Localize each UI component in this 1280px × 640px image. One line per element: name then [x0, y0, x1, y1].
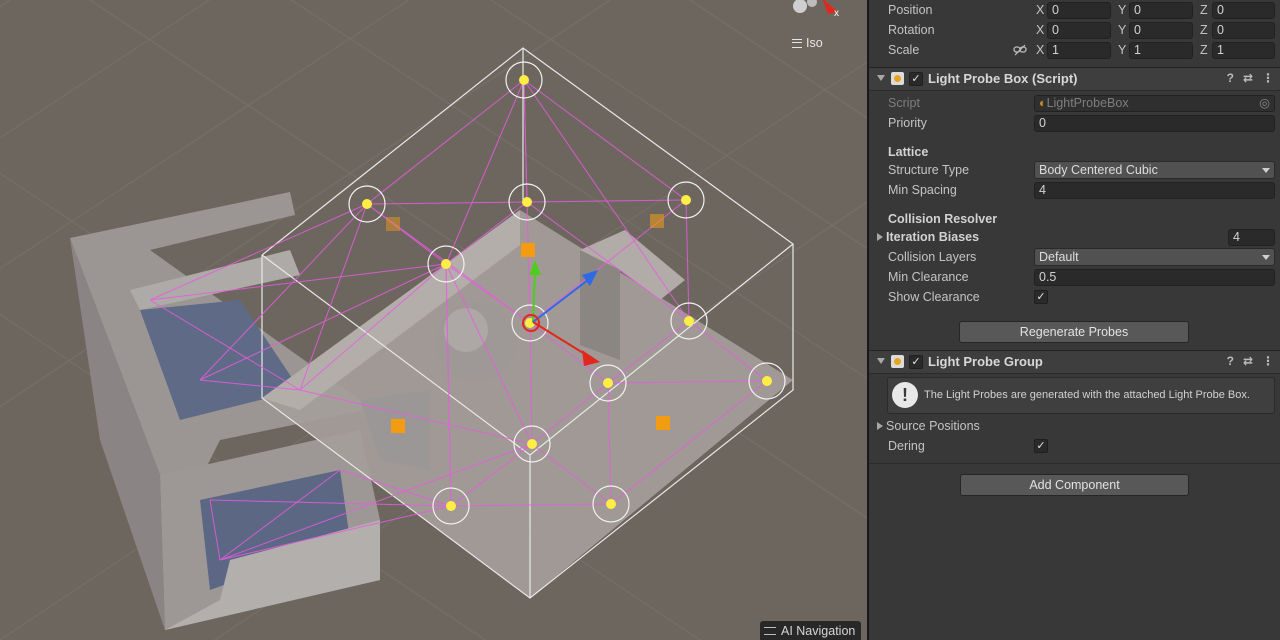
foldout-arrow-icon[interactable]	[877, 233, 883, 241]
script-asset-icon: ◐	[1039, 96, 1047, 110]
help-icon[interactable]: ?	[1227, 71, 1234, 85]
object-picker-icon[interactable]: ◎	[1259, 96, 1270, 111]
light-probe-group-icon	[891, 355, 904, 368]
more-icon[interactable]: ⋮	[1262, 354, 1274, 368]
priority-label: Priority	[888, 116, 927, 130]
foldout-arrow-icon[interactable]	[877, 75, 885, 81]
ai-navigation-overlay[interactable]: AI Navigation	[760, 621, 862, 640]
light-probe-box-header[interactable]: ✓ Light Probe Box (Script) ? ⇄ ⋮	[869, 67, 1280, 91]
position-x-field[interactable]: 0	[1047, 2, 1111, 19]
min-spacing-label: Min Spacing	[888, 183, 957, 197]
position-z-axis: Z	[1200, 3, 1208, 17]
projection-label: Iso	[806, 36, 823, 50]
light-probe-group-header[interactable]: ✓ Light Probe Group ? ⇄ ⋮	[869, 350, 1280, 374]
scale-y-axis: Y	[1118, 43, 1127, 57]
constrain-proportions-icon[interactable]	[1013, 44, 1027, 56]
presets-icon[interactable]: ⇄	[1243, 71, 1253, 85]
collision-layers-dropdown[interactable]: Default	[1034, 248, 1275, 266]
regenerate-probes-button[interactable]: Regenerate Probes	[959, 321, 1189, 343]
chevron-down-icon	[1262, 168, 1270, 173]
scene-canvas[interactable]: x	[0, 0, 867, 640]
rotation-y-axis: Y	[1118, 23, 1127, 37]
scene-view[interactable]: x Iso AI Navigation	[0, 0, 867, 640]
scale-z-field[interactable]: 1	[1212, 42, 1275, 59]
help-icon[interactable]: ?	[1227, 354, 1234, 368]
rotation-label: Rotation	[888, 23, 935, 37]
dering-label: Dering	[888, 439, 925, 453]
collision-layers-value: Default	[1039, 250, 1079, 264]
scene-gizmo-icon[interactable]: x	[793, 0, 839, 19]
show-clearance-label: Show Clearance	[888, 290, 980, 304]
component-enabled-checkbox[interactable]: ✓	[909, 355, 923, 369]
rotation-x-field[interactable]: 0	[1047, 22, 1111, 39]
foldout-arrow-icon[interactable]	[877, 358, 885, 364]
scale-x-axis: X	[1036, 43, 1045, 57]
scale-z-axis: Z	[1200, 43, 1208, 57]
svg-text:x: x	[834, 8, 839, 19]
warning-info-icon: !	[892, 382, 918, 408]
collision-layers-label: Collision Layers	[888, 250, 977, 264]
script-component-icon	[891, 72, 904, 85]
min-clearance-label: Min Clearance	[888, 270, 969, 284]
position-label: Position	[888, 3, 933, 17]
rotation-z-axis: Z	[1200, 23, 1208, 37]
help-box: ! The Light Probes are generated with th…	[887, 377, 1275, 414]
min-spacing-field[interactable]: 4	[1034, 182, 1275, 199]
min-clearance-field[interactable]: 0.5	[1034, 269, 1275, 286]
component-title: Light Probe Box (Script)	[928, 71, 1078, 86]
structure-type-value: Body Centered Cubic	[1039, 163, 1158, 177]
lattice-heading: Lattice	[888, 145, 929, 159]
rotation-y-field[interactable]: 0	[1129, 22, 1193, 39]
structure-type-dropdown[interactable]: Body Centered Cubic	[1034, 161, 1275, 179]
add-component-button[interactable]: Add Component	[960, 474, 1189, 496]
position-z-field[interactable]: 0	[1212, 2, 1275, 19]
position-x-axis: X	[1036, 3, 1045, 17]
script-value: LightProbeBox	[1046, 96, 1129, 110]
more-icon[interactable]: ⋮	[1262, 71, 1274, 85]
rotation-x-axis: X	[1036, 23, 1045, 37]
component-title: Light Probe Group	[928, 354, 1043, 369]
scale-y-field[interactable]: 1	[1129, 42, 1193, 59]
priority-field[interactable]: 0	[1034, 115, 1275, 132]
hamburger-icon	[764, 626, 776, 635]
collision-resolver-heading: Collision Resolver	[888, 212, 998, 226]
rotation-z-field[interactable]: 0	[1212, 22, 1275, 39]
help-box-message: The Light Probes are generated with the …	[924, 389, 1250, 401]
scale-x-field[interactable]: 1	[1047, 42, 1111, 59]
component-enabled-checkbox[interactable]: ✓	[909, 72, 923, 86]
show-clearance-checkbox[interactable]: ✓	[1034, 290, 1048, 304]
position-y-field[interactable]: 0	[1129, 2, 1193, 19]
component-separator	[869, 463, 1280, 464]
dering-checkbox[interactable]: ✓	[1034, 439, 1048, 453]
presets-icon[interactable]: ⇄	[1243, 354, 1253, 368]
iteration-biases-foldout[interactable]: Iteration Biases	[877, 230, 979, 244]
script-label: Script	[888, 96, 920, 110]
iteration-biases-size-field[interactable]: 4	[1228, 229, 1275, 246]
projection-toggle[interactable]: Iso	[792, 36, 823, 50]
foldout-arrow-icon[interactable]	[877, 422, 883, 430]
source-positions-foldout[interactable]: Source Positions	[877, 419, 980, 433]
position-y-axis: Y	[1118, 3, 1127, 17]
hamburger-icon	[792, 38, 802, 48]
ai-navigation-label: AI Navigation	[781, 623, 856, 638]
scale-label: Scale	[888, 43, 920, 57]
inspector-panel: Position X 0 Y 0 Z 0 Rotation X 0 Y 0 Z …	[869, 0, 1280, 640]
script-field[interactable]: ◐LightProbeBox ◎	[1034, 95, 1275, 112]
chevron-down-icon	[1262, 255, 1270, 260]
structure-type-label: Structure Type	[888, 163, 970, 177]
iteration-biases-label: Iteration Biases	[886, 230, 980, 244]
source-positions-label: Source Positions	[886, 419, 980, 433]
